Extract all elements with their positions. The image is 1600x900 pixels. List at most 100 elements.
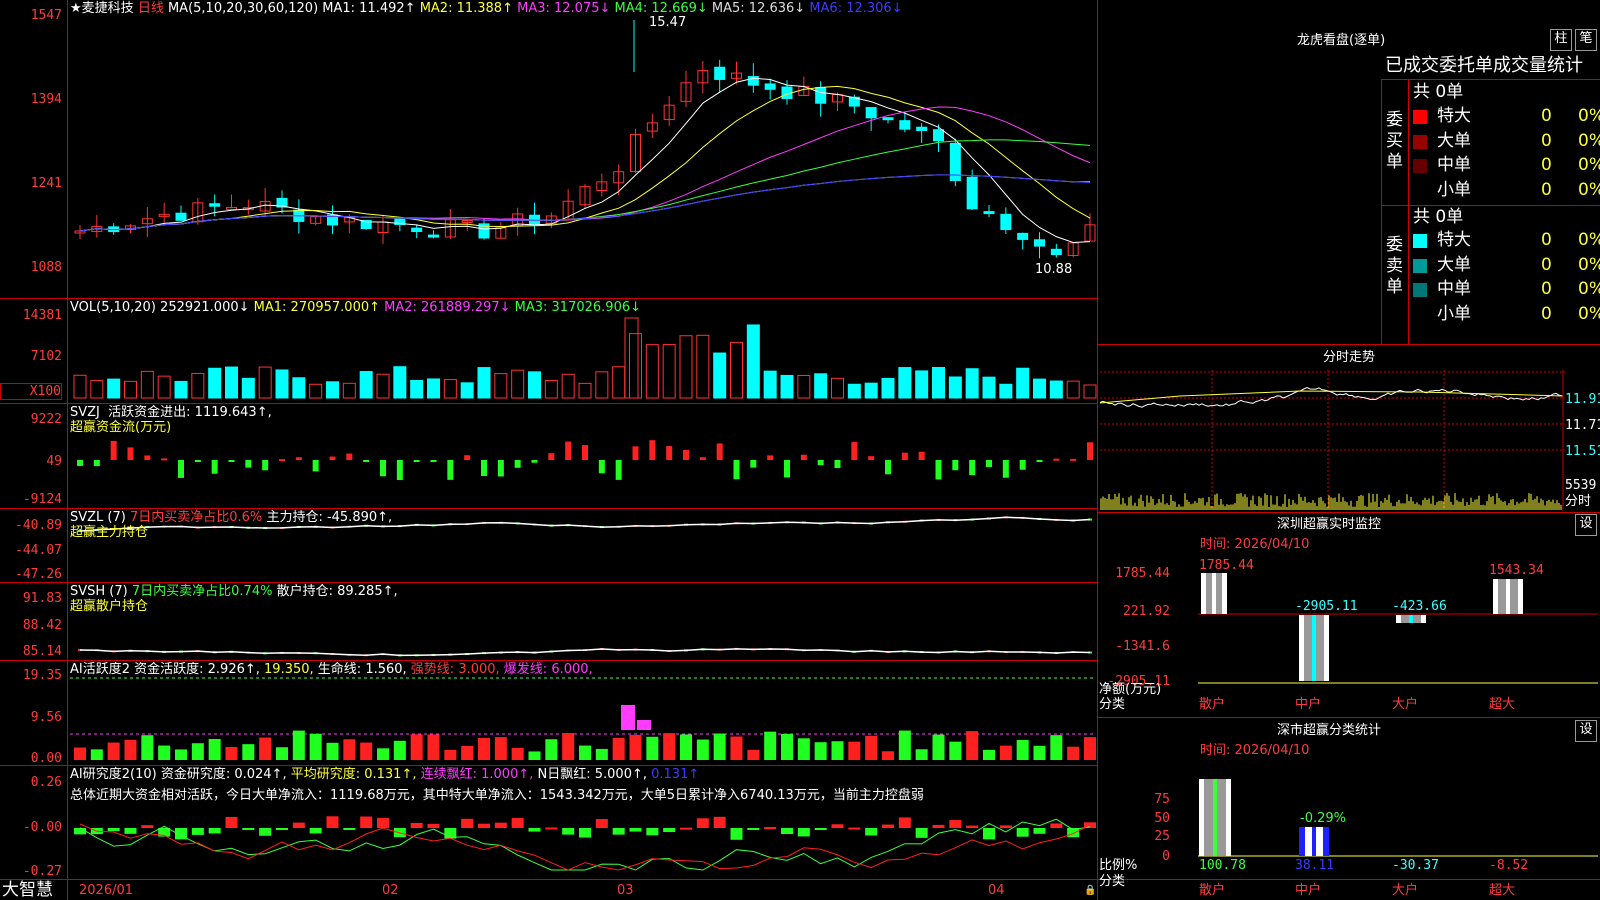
research-bar <box>1050 823 1063 828</box>
candle-body <box>1050 248 1062 256</box>
volume-bar <box>561 373 575 399</box>
svsh-title: 散户持仓: 89.285↑, <box>276 584 398 599</box>
activity-bar <box>1084 737 1096 760</box>
activity-bar <box>730 736 743 760</box>
research-bar <box>410 822 423 828</box>
volume-bar <box>915 370 929 399</box>
order-count: 0 <box>1541 303 1552 324</box>
activity-bar <box>141 735 154 760</box>
ai-research-summary: 总体近期大资金相对活跃，今日大单净流入：1119.68万元，其中特大单净流入：1… <box>70 788 924 803</box>
sh-time: 时间: 2026/04/10 <box>1200 743 1310 758</box>
activity-bar <box>983 749 995 760</box>
date-tick: 02 <box>382 883 399 898</box>
volume-bar <box>814 373 828 399</box>
volume-bar <box>157 375 171 399</box>
activity-bar <box>949 741 962 760</box>
activity-bar <box>764 731 777 760</box>
flow-bar <box>817 460 824 466</box>
date-tick: 03 <box>617 883 634 898</box>
flow-bar <box>279 459 285 462</box>
research-bar <box>309 828 322 834</box>
burst-bar <box>621 705 635 730</box>
volume-bar <box>258 366 272 399</box>
activity-bar <box>797 738 810 760</box>
lock-icon[interactable]: 🔒 <box>1084 883 1096 898</box>
activity-bar <box>629 735 642 760</box>
volume-bar <box>528 371 541 399</box>
flow-bar <box>683 449 689 460</box>
intraday-title: 分时走势 <box>1323 350 1376 365</box>
volume-bar <box>881 377 895 399</box>
tick-mode-button[interactable]: 笔 <box>1575 29 1597 51</box>
divider <box>1097 512 1600 513</box>
flow-bar <box>750 460 757 468</box>
data-label: -8.52 <box>1489 858 1529 873</box>
volume-bar <box>241 377 255 399</box>
volume-bar <box>477 367 491 399</box>
activity-bar <box>680 734 692 760</box>
divider <box>1097 717 1600 718</box>
order-count: 0 <box>1541 130 1552 151</box>
bar-mode-button[interactable]: 柱 <box>1550 29 1572 51</box>
svsh-tick: 85.14 <box>22 644 62 659</box>
intraday-vol-tick: 5539 <box>1565 478 1597 493</box>
flow-bar <box>733 460 740 480</box>
dragon-tiger-title: 龙虎看盘(逐单) <box>1297 33 1386 48</box>
divider <box>0 403 1097 404</box>
activity-bar <box>158 745 171 760</box>
favorite-star-icon[interactable]: ★ <box>70 1 82 16</box>
svsh-line <box>79 648 1091 657</box>
order-percent: 0% <box>1578 303 1600 324</box>
legend-swatch <box>1413 134 1427 149</box>
activity-bar <box>1067 746 1080 760</box>
candle-body <box>428 234 439 238</box>
intraday-vol-unit: 分时 <box>1565 494 1592 509</box>
research-bar <box>764 826 777 829</box>
activity-bar <box>343 739 356 760</box>
ai-research-values: 资金研究度: 0.024↑, 平均研究度: 0.131↑, 连续飘红: 1.00… <box>161 767 699 782</box>
flow-bar <box>868 456 875 460</box>
period-label[interactable]: 日线 <box>138 1 164 16</box>
sz-xlabel: 分类 <box>1099 697 1126 712</box>
price-header: ★麦捷科技 日线 MA(5,10,20,30,60,120) MA1: 11.4… <box>70 1 903 16</box>
sh-xlabel: 分类 <box>1099 874 1126 889</box>
data-label: 100.78 <box>1199 858 1246 873</box>
flow-bar <box>144 455 151 460</box>
category-label: 中户 <box>1295 697 1322 712</box>
ai-active-header: AI活跃度2 资金活跃度: 2.926↑, 19.350, 生命线: 1.560… <box>70 662 593 677</box>
ma-values: MA1: 11.492↑ MA2: 11.388↑ MA3: 12.075↓ M… <box>322 1 902 16</box>
sh-settings-button[interactable]: 设 <box>1575 720 1597 742</box>
research-bar <box>360 816 373 828</box>
volume-bar <box>982 376 996 399</box>
data-label: 38.11 <box>1295 858 1335 873</box>
activity-bar <box>882 751 894 760</box>
sz-settings-button[interactable]: 设 <box>1575 514 1597 536</box>
activity-bar <box>175 749 187 760</box>
volume-bar <box>376 373 390 399</box>
research-bar <box>74 828 86 835</box>
candle-body <box>1000 213 1012 231</box>
activity-bar <box>999 745 1012 760</box>
svsh-subtitle: 超赢散户持仓 <box>70 599 149 614</box>
volume-bar <box>679 335 693 399</box>
research-bar <box>343 828 356 830</box>
flow-bar <box>767 455 774 460</box>
intraday-tick: 11.91 <box>1565 392 1600 407</box>
candle-body <box>175 212 187 221</box>
activity-bar <box>225 746 238 760</box>
sz-time: 时间: 2026/04/10 <box>1200 537 1310 552</box>
flow-bar <box>380 460 386 477</box>
sh-tick: 25 <box>1154 829 1170 844</box>
flow-bar <box>582 445 588 460</box>
ai-active-value-5: 爆发线: 6.000, <box>499 662 593 677</box>
volume-bar <box>1016 367 1030 399</box>
volume-bar <box>612 366 626 399</box>
flow-bar <box>413 460 420 462</box>
research-bar <box>663 828 676 833</box>
volume-bar <box>645 344 659 399</box>
flow-bar <box>194 460 201 462</box>
flow-bar <box>161 458 168 461</box>
research-bar <box>949 820 962 828</box>
research-bar <box>377 818 389 828</box>
flow-bar <box>1087 442 1093 460</box>
